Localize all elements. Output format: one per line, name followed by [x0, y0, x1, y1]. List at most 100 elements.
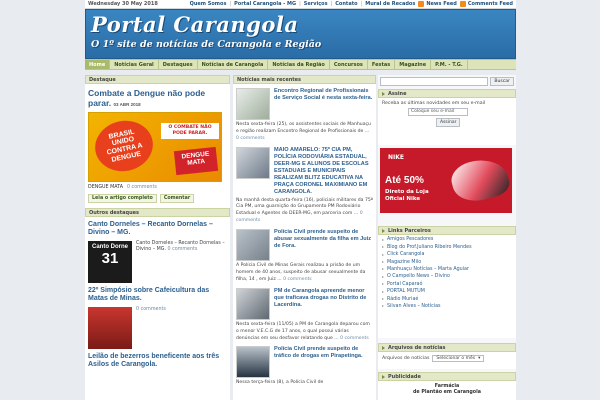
- site-header: Portal Carangola O 1º site de notícias d…: [85, 9, 516, 59]
- article-excerpt: Nesta sexta-feira (11/05) a PM de Carang…: [236, 321, 370, 341]
- email-field[interactable]: Coloque seu e-mail: [408, 108, 468, 116]
- top-link-mural[interactable]: Mural de Recados: [365, 1, 415, 7]
- article-thumbnail[interactable]: [236, 88, 270, 120]
- lead-article-title[interactable]: Combate a Dengue não pode parar. 03 ABR …: [85, 84, 230, 108]
- list-item: Canto Dorneles – Recanto Dornelas – Divi…: [85, 217, 230, 283]
- article-thumbnail[interactable]: [236, 146, 270, 179]
- nav-item-home[interactable]: Home: [85, 60, 111, 69]
- bullet-icon: [382, 261, 384, 264]
- promo-slogan: O COMBATE NÃO PODE PARAR.: [161, 123, 219, 139]
- promo-badge: BRASIL UNIDO CONTRA A DENGUE: [90, 115, 158, 177]
- bullet-icon: [382, 268, 384, 271]
- news-feed-link[interactable]: News Feed: [418, 1, 457, 7]
- partner-link[interactable]: Amigos Pescadores: [378, 235, 516, 242]
- nav-item-destaques[interactable]: Destaques: [159, 60, 198, 69]
- article-excerpt: Canto Dorneles – Recanto Dornelas – Divi…: [136, 240, 225, 253]
- bullet-icon: [382, 305, 384, 308]
- search-input[interactable]: [380, 76, 489, 86]
- top-link-contato[interactable]: Contato: [335, 1, 357, 7]
- partner-link[interactable]: Click Carangola: [378, 250, 516, 257]
- article-excerpt: A Polícia Civil de Minas Gerais realizou…: [236, 263, 366, 282]
- subscribe-title: Assine: [378, 89, 516, 98]
- list-item: Encontro Regional de Profissionais de Se…: [233, 84, 376, 143]
- nav-item-festas[interactable]: Festas: [368, 60, 396, 69]
- ad-discount: Até 50%: [385, 175, 424, 186]
- archive-select[interactable]: Selecionar o mês ▾: [432, 355, 485, 362]
- article-title[interactable]: Canto Dorneles – Recanto Dornelas – Divi…: [88, 221, 227, 238]
- partner-link[interactable]: PORTAL MUTUM: [378, 287, 516, 294]
- nav-item-noticias-carangola[interactable]: Notícias de Carangola: [198, 60, 269, 69]
- list-item: Polícia Civil prende suspeito de tráfico…: [233, 342, 376, 387]
- nike-ad-banner[interactable]: NIKE Até 50% Direto da Loja Oficial Nike: [380, 148, 512, 213]
- list-item: Polícia Civil prende suspeito de abusar …: [233, 225, 376, 284]
- section-title-outros: Outros destaques: [85, 208, 230, 217]
- section-title-recentes: Notícias mais recentes: [233, 75, 376, 84]
- pharmacy-banner[interactable]: Farmácia de Plantão em Carangola: [378, 381, 516, 396]
- shoe-image: [447, 153, 512, 207]
- list-item: 22º Simpósio sobre Cafeicultura das Mata…: [85, 283, 230, 349]
- nav-item-magazine[interactable]: Magazine: [395, 60, 432, 69]
- comments-link[interactable]: 0 comments: [168, 247, 198, 252]
- article-excerpt: Nessa terça-feira (8), a Polícia Civil d…: [236, 380, 324, 386]
- comment-button[interactable]: Comentar: [159, 194, 195, 203]
- article-title[interactable]: Polícia Civil prende suspeito de abusar …: [274, 229, 373, 261]
- partner-link[interactable]: Portal Caparaó: [378, 279, 516, 287]
- partner-links-list: Amigos Pescadores Blog do Prof.Juliano R…: [378, 235, 516, 309]
- arrow-icon: [382, 228, 385, 233]
- read-more-button[interactable]: Leia o artigo completo: [88, 194, 157, 203]
- lead-article-image[interactable]: BRASIL UNIDO CONTRA A DENGUE O COMBATE N…: [88, 112, 222, 182]
- article-title[interactable]: 22º Simpósio sobre Cafeicultura das Mata…: [88, 287, 227, 304]
- article-excerpt: Nesta sexta-feira (25), os assistentes s…: [236, 122, 371, 141]
- nav-item-concursos[interactable]: Concursos: [330, 60, 368, 69]
- article-thumbnail[interactable]: Canto Dorne 31: [88, 240, 132, 283]
- article-title[interactable]: Encontro Regional de Profissionais de Se…: [274, 88, 373, 120]
- top-link-quem-somos[interactable]: Quem Somos: [190, 1, 227, 7]
- lead-caption: DENGUE MATA 0 comments: [88, 185, 157, 190]
- partner-link[interactable]: Rádio Muriaé: [378, 294, 516, 302]
- bullet-icon: [382, 238, 384, 241]
- partner-link[interactable]: Magazine Milo: [378, 257, 516, 265]
- search-box: Buscar: [378, 75, 516, 87]
- article-title[interactable]: Leilão de bezerros beneficente aos três …: [88, 353, 227, 370]
- nav-item-noticias-regiao[interactable]: Notícias da Região: [268, 60, 330, 69]
- nav-item-pm-tg[interactable]: P.M. - T.G.: [431, 60, 468, 69]
- article-title[interactable]: MAIO AMARELO: 75º CIA PM, POLÍCIA RODOVI…: [274, 147, 373, 196]
- arrow-icon: [382, 345, 385, 350]
- article-thumbnail[interactable]: [236, 346, 270, 379]
- site-title[interactable]: Portal Carangola: [91, 12, 298, 37]
- featured-column: Destaque Combate a Dengue não pode parar…: [85, 75, 230, 400]
- comments-link[interactable]: 0 comments: [236, 136, 265, 141]
- comments-link[interactable]: 0 comments: [283, 277, 312, 282]
- search-button[interactable]: Buscar: [490, 76, 514, 86]
- article-thumbnail[interactable]: [88, 306, 132, 349]
- article-thumbnail[interactable]: [236, 229, 270, 262]
- site-subtitle: O 1º site de notícias de Carangola e Reg…: [91, 39, 322, 50]
- top-link-portal[interactable]: Portal Carangola - MG: [234, 1, 296, 7]
- lead-actions: Leia o artigo completo Comentar: [85, 190, 230, 203]
- comments-link[interactable]: 0 comments: [340, 336, 369, 341]
- comments-link[interactable]: 0 comments: [127, 185, 157, 190]
- subscribe-box: Assine Receba as últimas novidades em se…: [378, 89, 516, 145]
- bullet-icon: [382, 290, 384, 293]
- nav-item-noticias-geral[interactable]: Notícias Geral: [110, 60, 159, 69]
- main-nav: Home Notícias Geral Destaques Notícias d…: [85, 59, 516, 70]
- article-excerpt: Na manhã desta quarta-feira (16), polici…: [236, 197, 373, 224]
- current-date: Wednesday 30 May 2018: [88, 1, 158, 7]
- article-title[interactable]: PM de Carangola apreende menor que trafi…: [274, 288, 373, 320]
- partner-link[interactable]: Manhuaçu Notícias – Marta Aguiar: [378, 265, 516, 272]
- article-thumbnail[interactable]: [236, 287, 270, 320]
- comments-feed-link[interactable]: Comments Feed: [459, 1, 513, 7]
- partner-link[interactable]: O Campello News – Divino: [378, 272, 516, 279]
- top-link-servicos[interactable]: Serviços: [304, 1, 328, 7]
- archive-box: Arquivos de notícias Arquivos de notícia…: [378, 343, 516, 369]
- partner-links-box: Links Parceiros Amigos Pescadores Blog d…: [378, 226, 516, 338]
- comments-link[interactable]: 0 comments: [136, 307, 166, 312]
- partner-link[interactable]: Silvan Alves – Notícias: [378, 302, 516, 309]
- subscribe-button[interactable]: Assinar: [436, 118, 461, 127]
- partner-links-title: Links Parceiros: [378, 226, 516, 235]
- article-title[interactable]: Polícia Civil prende suspeito de tráfico…: [274, 346, 373, 378]
- list-item: MAIO AMARELO: 75º CIA PM, POLÍCIA RODOVI…: [233, 143, 376, 225]
- ad-text: Direto da Loja Oficial Nike: [385, 189, 429, 202]
- promo-tag: DENGUE MATA: [173, 146, 219, 176]
- partner-link[interactable]: Blog do Prof.Juliano Ribeiro Mendes: [378, 242, 516, 250]
